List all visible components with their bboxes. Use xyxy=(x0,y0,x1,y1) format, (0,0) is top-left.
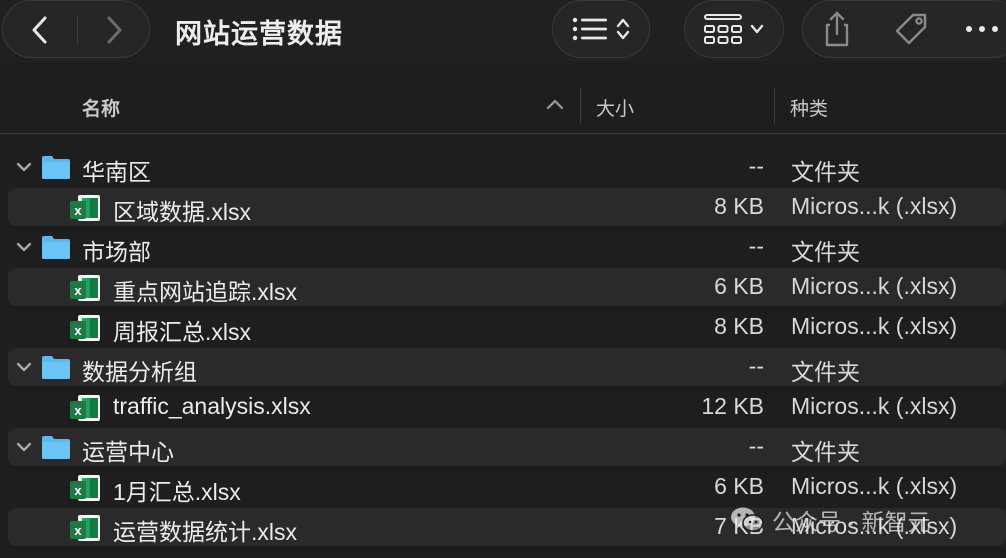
column-kind-header[interactable]: 种类 xyxy=(790,94,828,121)
column-size-header[interactable]: 大小 xyxy=(596,94,634,121)
row-size: -- xyxy=(748,233,764,259)
row-name: 运营数据统计.xlsx xyxy=(113,519,297,545)
row-size: -- xyxy=(748,433,764,459)
row-kind: Micros...k (.xlsx) xyxy=(791,473,958,499)
chevron-up-icon[interactable] xyxy=(546,98,564,110)
row-size: 8 KB xyxy=(714,313,764,339)
actions-group xyxy=(802,0,1006,58)
disclosure-chevron-icon[interactable] xyxy=(14,357,34,377)
row-kind: 文件夹 xyxy=(791,359,860,385)
row-size: -- xyxy=(748,353,764,379)
svg-text:x: x xyxy=(74,403,82,418)
share-icon xyxy=(825,11,849,47)
row-name: 数据分析组 xyxy=(82,359,197,385)
folder-row[interactable]: 运营中心 -- 文件夹 xyxy=(0,427,1006,467)
excel-file-icon: x xyxy=(70,275,100,301)
row-name: 区域数据.xlsx xyxy=(113,199,251,225)
folder-icon xyxy=(42,436,70,459)
row-size: -- xyxy=(748,153,764,179)
folder-icon xyxy=(42,236,70,259)
row-size: 6 KB xyxy=(714,473,764,499)
list-view-icon xyxy=(572,17,607,41)
file-row[interactable]: x 区域数据.xlsx 8 KB Micros...k (.xlsx) xyxy=(0,187,1006,227)
toolbar: 网站运营数据 xyxy=(0,0,1006,62)
chevron-left-icon xyxy=(32,16,47,44)
row-name: 1月汇总.xlsx xyxy=(113,479,241,505)
svg-text:x: x xyxy=(74,483,82,498)
column-divider[interactable] xyxy=(774,88,775,124)
svg-text:x: x xyxy=(74,283,82,298)
column-name-header[interactable]: 名称 xyxy=(82,94,120,121)
group-by-button[interactable] xyxy=(684,0,784,58)
file-list: 华南区 -- 文件夹 x 区域数据.xlsx 8 KB Micros...k (.xlsx)… xyxy=(0,147,1006,547)
row-kind: Micros...k (.xlsx) xyxy=(791,313,958,339)
disclosure-chevron-icon[interactable] xyxy=(14,237,34,257)
back-button[interactable] xyxy=(3,1,77,59)
folder-row[interactable]: 华南区 -- 文件夹 xyxy=(0,147,1006,187)
row-kind: Micros...k (.xlsx) xyxy=(791,273,958,299)
folder-icon xyxy=(42,356,70,379)
row-name: 市场部 xyxy=(82,239,151,265)
svg-text:x: x xyxy=(74,523,82,538)
disclosure-chevron-icon[interactable] xyxy=(14,157,34,177)
row-kind: Micros...k (.xlsx) xyxy=(791,393,958,419)
view-mode-button[interactable] xyxy=(552,0,650,58)
row-name: traffic_analysis.xlsx xyxy=(113,393,311,419)
share-button[interactable] xyxy=(817,9,857,54)
row-name: 华南区 xyxy=(82,159,151,185)
chevron-down-icon xyxy=(750,24,764,34)
svg-text:x: x xyxy=(74,323,82,338)
excel-file-icon: x xyxy=(70,195,100,221)
window-title: 网站运营数据 xyxy=(175,19,343,49)
watermark-text: 公众号 · 新智元 xyxy=(772,509,931,535)
excel-file-icon: x xyxy=(70,395,100,421)
watermark: 公众号 · 新智元 xyxy=(730,500,930,540)
row-name: 运营中心 xyxy=(82,439,174,465)
icon-grid-icon xyxy=(704,14,742,44)
excel-file-icon: x xyxy=(70,315,100,341)
row-name: 周报汇总.xlsx xyxy=(113,319,251,345)
tag-icon xyxy=(895,13,927,45)
chevron-right-icon xyxy=(107,16,122,44)
file-row[interactable]: x 重点网站追踪.xlsx 6 KB Micros...k (.xlsx) xyxy=(0,267,1006,307)
excel-file-icon: x xyxy=(70,475,100,501)
navigation-group xyxy=(2,0,150,58)
row-kind: 文件夹 xyxy=(791,239,860,265)
svg-text:x: x xyxy=(74,203,82,218)
tag-button[interactable] xyxy=(891,9,931,54)
file-row[interactable]: x 周报汇总.xlsx 8 KB Micros...k (.xlsx) xyxy=(0,307,1006,347)
ellipsis-icon xyxy=(966,26,998,32)
column-divider[interactable] xyxy=(580,88,581,124)
row-size: 12 KB xyxy=(701,393,764,419)
excel-file-icon: x xyxy=(70,515,100,541)
row-kind: 文件夹 xyxy=(791,439,860,465)
row-kind: 文件夹 xyxy=(791,159,860,185)
folder-row[interactable]: 市场部 -- 文件夹 xyxy=(0,227,1006,267)
up-down-chevron-icon xyxy=(616,18,630,40)
forward-button[interactable] xyxy=(77,1,151,59)
row-name: 重点网站追踪.xlsx xyxy=(113,279,297,305)
file-row[interactable]: x traffic_analysis.xlsx 12 KB Micros...k (.… xyxy=(0,387,1006,427)
column-header: 名称 大小 种类 xyxy=(0,78,1006,134)
folder-row[interactable]: 数据分析组 -- 文件夹 xyxy=(0,347,1006,387)
finder-window: 网站运营数据 名称 大小 种类 华南区 -- 文件夹 x 区域数据.xlsx 8… xyxy=(0,0,1006,558)
disclosure-chevron-icon[interactable] xyxy=(14,437,34,457)
row-size: 6 KB xyxy=(714,273,764,299)
row-kind: Micros...k (.xlsx) xyxy=(791,193,958,219)
folder-icon xyxy=(42,156,70,179)
more-button[interactable] xyxy=(965,21,999,42)
row-size: 8 KB xyxy=(714,193,764,219)
wechat-icon xyxy=(731,507,764,532)
